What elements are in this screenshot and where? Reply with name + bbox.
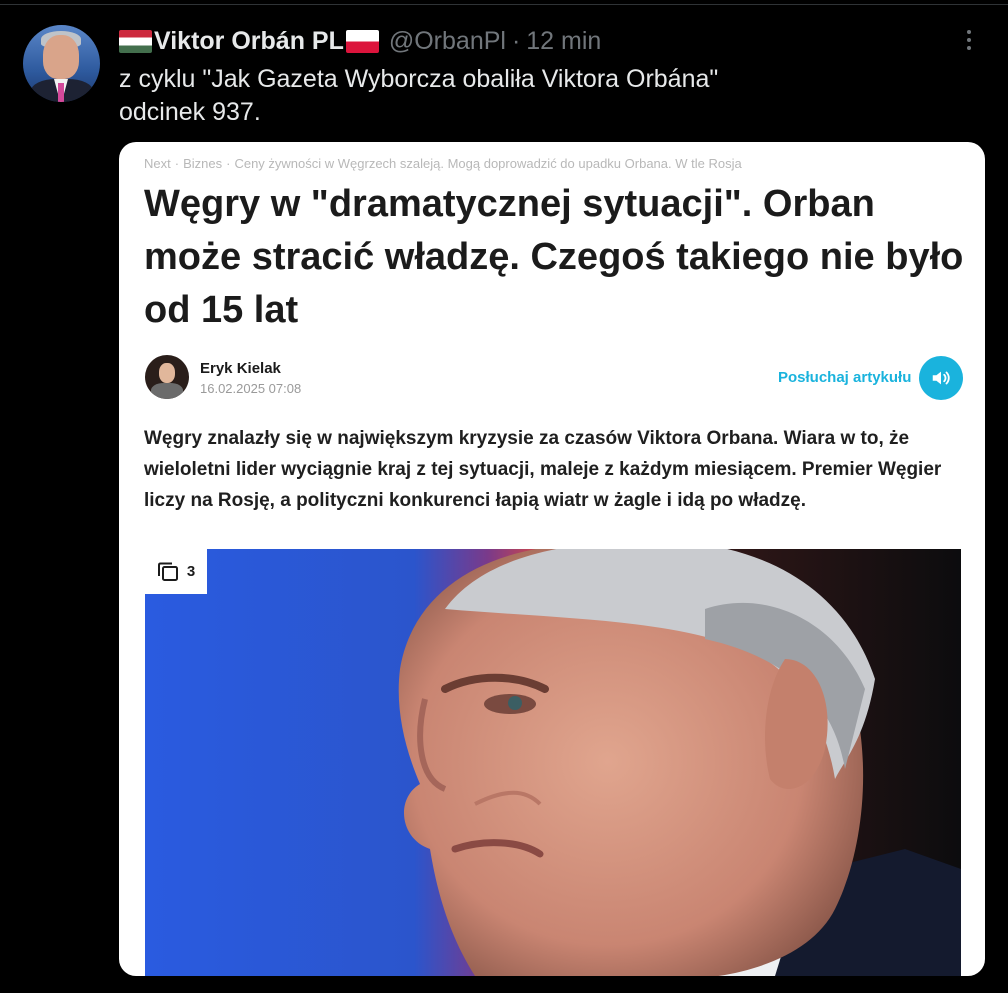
gallery-badge[interactable]: 3 <box>145 549 207 594</box>
gallery-icon <box>157 562 178 581</box>
article-lead: Węgry znalazły się w największym kryzysi… <box>144 428 942 511</box>
tweet-text-line-2: odcinek 937. <box>119 98 261 126</box>
profile-avatar[interactable] <box>23 25 100 102</box>
article-author: Eryk Kielak <box>200 360 281 377</box>
flag-poland-icon <box>345 29 379 53</box>
portrait-illustration <box>145 549 961 976</box>
top-divider <box>0 4 1008 5</box>
breadcrumb-item: Next <box>144 156 171 171</box>
breadcrumb: Next · Biznes · Ceny żywności w Węgrzech sza… <box>144 156 742 171</box>
tweet-text-line-1: z cyklu "Jak Gazeta Wyborcza obaliła Vik… <box>119 65 719 93</box>
breadcrumb-separator: · <box>226 156 231 171</box>
article-photo: 3 <box>145 549 961 976</box>
gallery-count: 3 <box>186 563 196 580</box>
attached-article-screenshot[interactable]: Next · Biznes · Ceny żywności w Węgrzech sza… <box>119 142 985 976</box>
article-headline: Węgry w "dramatycznej sytuacji". Orban m… <box>144 183 964 331</box>
listen-article-label: Posłuchaj artykułu <box>778 369 912 386</box>
author-avatar <box>145 355 189 399</box>
breadcrumb-item: Biznes <box>183 156 223 171</box>
flag-hungary-icon <box>119 29 152 53</box>
tweet-timestamp[interactable]: 12 min <box>526 27 601 56</box>
article-date: 16.02.2025 07:08 <box>200 381 302 396</box>
author-name[interactable]: Viktor Orbán PL <box>154 27 344 56</box>
tweet-text: z cyklu "Jak Gazeta Wyborcza obaliła Vik… <box>119 63 718 129</box>
breadcrumb-item: Ceny żywności w Węgrzech szaleją. Mogą d… <box>234 156 742 171</box>
breadcrumb-separator: · <box>174 156 180 171</box>
author-handle[interactable]: @OrbanPl <box>389 27 506 56</box>
tweet-header: Viktor Orbán PL @OrbanPl · 12 min <box>119 24 601 58</box>
speaker-icon <box>919 356 963 400</box>
more-options-icon[interactable] <box>958 26 980 54</box>
separator-dot: · <box>511 26 521 55</box>
